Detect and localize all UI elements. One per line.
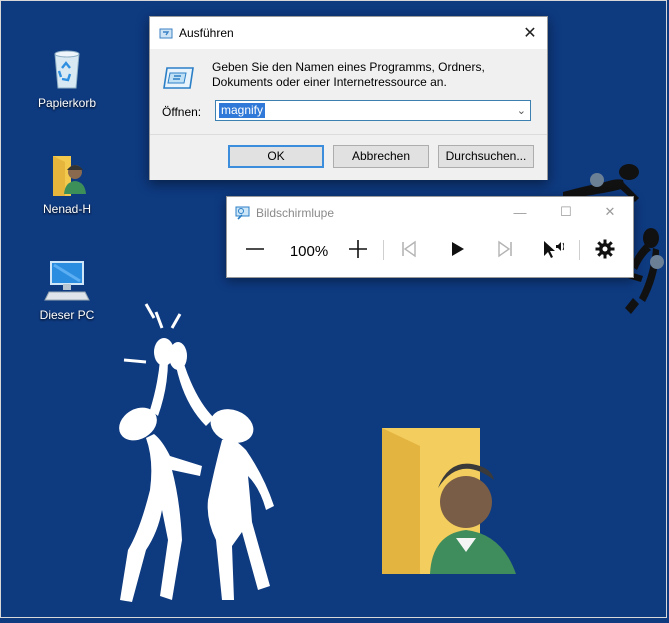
run-dialog: Ausführen ✕ Geben Sie den Namen eines Pr… [149, 16, 548, 180]
user-folder-icon [43, 150, 91, 198]
run-button-row: OK Abbrechen Durchsuchen... [150, 134, 547, 180]
maximize-button[interactable]: ☐ [543, 200, 589, 224]
previous-button[interactable] [393, 233, 425, 269]
zoom-in-button[interactable] [342, 233, 374, 269]
magnifier-app-icon [235, 205, 251, 226]
run-description: Geben Sie den Namen eines Programms, Ord… [212, 60, 485, 89]
high-five-figures-illustration [110, 300, 280, 623]
magnifier-window: Bildschirmlupe — ☐ ✕ 100% [226, 196, 634, 278]
play-button[interactable] [441, 233, 473, 269]
browse-button[interactable]: Durchsuchen... [438, 145, 534, 168]
recycle-bin-icon [43, 44, 91, 92]
play-icon [448, 240, 466, 263]
desktop-icon-user-folder[interactable]: Nenad-H [28, 150, 106, 216]
desktop-icon-label: Nenad-H [42, 202, 92, 216]
desktop-icon-label: Dieser PC [39, 308, 95, 322]
read-from-here-button[interactable] [537, 233, 569, 269]
minimize-icon: — [513, 204, 527, 220]
toolbar-separator [383, 240, 384, 260]
close-icon: ✕ [604, 204, 616, 219]
next-button[interactable] [489, 233, 521, 269]
desktop-icon-recycle-bin[interactable]: Papierkorb [28, 44, 106, 110]
zoom-level: 100% [289, 243, 329, 260]
plus-icon [348, 239, 368, 264]
run-dialog-title: Ausführen [179, 26, 234, 40]
user-folder-large-icon [380, 426, 520, 581]
zoom-out-button[interactable] [239, 233, 271, 269]
run-large-icon [162, 62, 196, 97]
open-combobox[interactable]: magnify ⌄ [215, 100, 531, 121]
desktop-icon-label: Papierkorb [37, 96, 97, 110]
cancel-button[interactable]: Abbrechen [333, 145, 429, 168]
run-dialog-titlebar[interactable]: Ausführen ✕ [150, 17, 547, 49]
desktop-icon-this-pc[interactable]: Dieser PC [28, 256, 106, 322]
run-app-icon [159, 26, 173, 45]
cursor-speaker-icon [542, 239, 565, 264]
skip-back-icon [400, 240, 418, 263]
maximize-icon: ☐ [560, 204, 572, 219]
gear-icon [595, 239, 615, 264]
magnifier-title: Bildschirmlupe [256, 206, 335, 220]
computer-icon [43, 256, 91, 304]
close-button[interactable]: ✕ [513, 17, 547, 49]
settings-button[interactable] [589, 233, 621, 269]
skip-forward-icon [496, 240, 514, 263]
minimize-button[interactable]: — [497, 200, 543, 224]
ok-button[interactable]: OK [228, 145, 324, 168]
open-label: Öffnen: [162, 105, 202, 119]
close-button[interactable]: ✕ [587, 200, 633, 224]
chevron-down-icon[interactable]: ⌄ [517, 104, 526, 117]
open-input-value[interactable]: magnify [219, 103, 266, 118]
toolbar-separator [579, 240, 580, 260]
minus-icon [245, 239, 265, 264]
close-icon: ✕ [523, 25, 537, 42]
